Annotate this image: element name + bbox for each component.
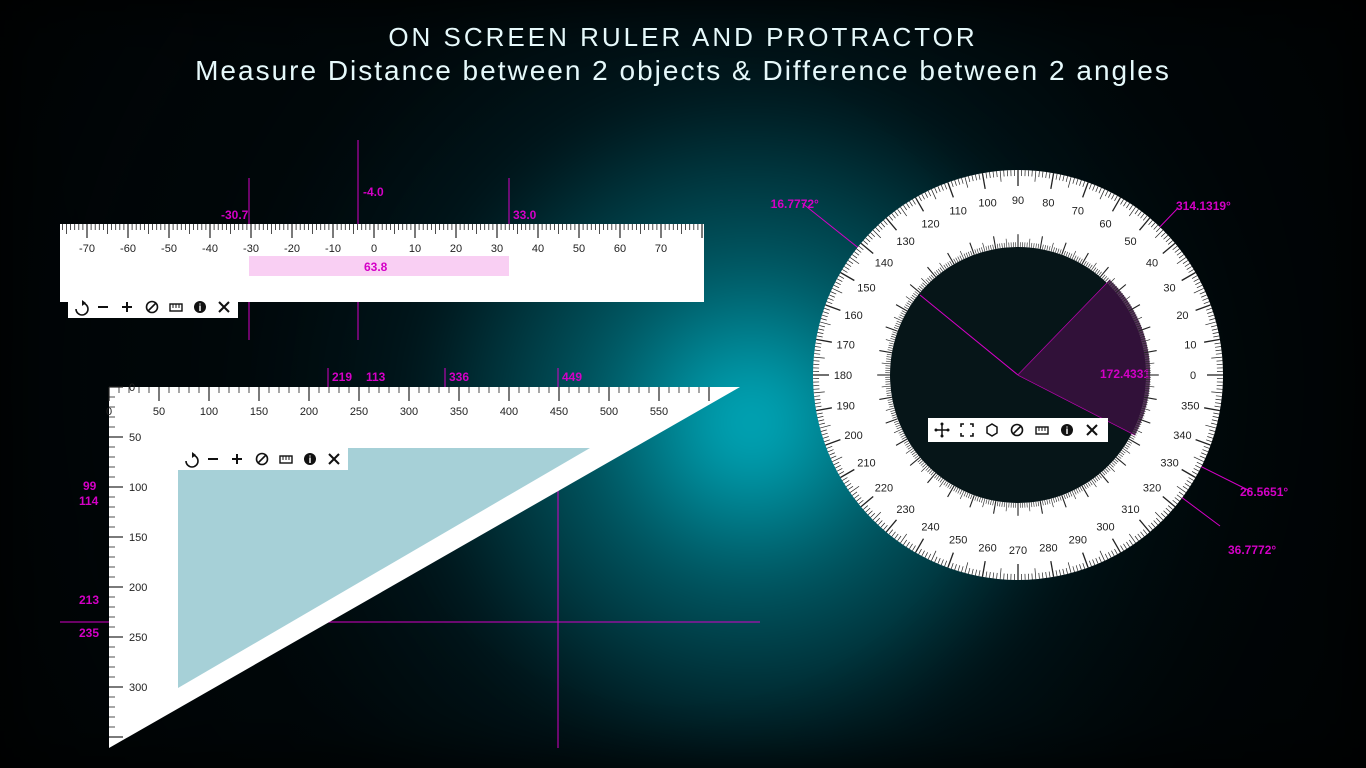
protractor-tick-label: 240 — [921, 522, 939, 534]
ruler2-v-tick-label: 200 — [129, 582, 147, 594]
ruler2-v1: 99 — [83, 479, 97, 493]
ruler1-tick-label: 40 — [532, 243, 544, 255]
ruler1-diff-label: 63.8 — [364, 260, 388, 274]
protractor-tick-label: 310 — [1121, 504, 1139, 516]
protractor-tick-label: 320 — [1143, 482, 1161, 494]
ruler2-v-tick-label: 150 — [129, 532, 147, 544]
ruler2-v-tick-label: 250 — [129, 632, 147, 644]
protractor-tick-label: 160 — [844, 310, 862, 322]
protractor-tick-label: 300 — [1096, 522, 1114, 534]
protractor-tick-label: 190 — [836, 400, 854, 412]
ruler1-tick-label: 20 — [450, 243, 462, 255]
ruler2-h-tick-label: 150 — [250, 406, 268, 418]
ruler2-h-tick-label: 350 — [450, 406, 468, 418]
ruler2-h2: 113 — [366, 370, 386, 384]
protractor-angle4: 36.7772° — [1228, 543, 1276, 557]
ruler1-tick-label: 0 — [371, 243, 377, 255]
protractor-tick-label: 350 — [1181, 400, 1199, 412]
protractor[interactable]: 216.7772° 314.1319° 26.5651° 36.7772° 17… — [770, 140, 1330, 660]
protractor-tick-label: 330 — [1160, 458, 1178, 470]
ruler1-tick-label: -70 — [79, 243, 95, 255]
ruler2-v2: 114 — [79, 494, 99, 508]
heading-line2: Measure Distance between 2 objects & Dif… — [0, 55, 1366, 87]
protractor-tick-label: 80 — [1042, 198, 1054, 210]
protractor-tick-label: 30 — [1163, 283, 1175, 295]
ruler1-tick-label: -50 — [161, 243, 177, 255]
ruler1-tick-label: -30 — [243, 243, 259, 255]
ruler2-h-tick-label: 0 — [106, 406, 112, 418]
protractor-tick-label: 20 — [1176, 310, 1188, 322]
protractor-tick-label: 250 — [949, 534, 967, 546]
ruler2-h4: 449 — [562, 370, 582, 384]
protractor-tick-label: 110 — [949, 206, 967, 218]
protractor-tick-label: 60 — [1099, 218, 1111, 230]
protractor-tick-label: 50 — [1124, 236, 1136, 248]
ruler2-h3: 336 — [449, 370, 469, 384]
protractor-tick-label: 340 — [1173, 430, 1191, 442]
ruler2-h1: 219 — [332, 370, 352, 384]
protractor-tick-label: 180 — [834, 370, 852, 382]
ruler1-tick-label: 10 — [409, 243, 421, 255]
ruler2-h-tick-label: 50 — [153, 406, 165, 418]
ruler1-tick-label: -40 — [202, 243, 218, 255]
protractor-angle1: 216.7772° — [770, 197, 819, 211]
ruler2-h-tick-label: 550 — [650, 406, 668, 418]
svg-text:i: i — [1066, 426, 1069, 437]
protractor-tick-label: 100 — [978, 198, 996, 210]
protractor-angle3: 26.5651° — [1240, 485, 1288, 499]
protractor-tick-label: 130 — [896, 236, 914, 248]
ruler1-marker-mid: -4.0 — [363, 185, 384, 199]
ruler2-h-tick-label: 100 — [200, 406, 218, 418]
ruler2-v-tick-label: 100 — [129, 482, 147, 494]
ruler2-h-tick-label: 450 — [550, 406, 568, 418]
ruler1-tick-label: -20 — [284, 243, 300, 255]
ruler2-v3: 213 — [79, 593, 99, 607]
ruler2-v-tick-label: 300 — [129, 682, 147, 694]
ruler1-tick-label: -60 — [120, 243, 136, 255]
protractor-tick-label: 290 — [1069, 534, 1087, 546]
protractor-angle2: 314.1319° — [1176, 199, 1231, 213]
ruler2-h-tick-label: 400 — [500, 406, 518, 418]
page-heading: ON SCREEN RULER AND PROTRACTOR Measure D… — [0, 22, 1366, 87]
protractor-tick-label: 280 — [1039, 542, 1057, 554]
protractor-diff-inner: 172.4331 — [1100, 367, 1150, 381]
ruler2-h-tick-label: 200 — [300, 406, 318, 418]
ruler1-marker-left: -30.7 — [221, 208, 249, 222]
ruler1-tick-label: -10 — [325, 243, 341, 255]
ruler2-v4: 235 — [79, 626, 99, 640]
protractor-tick-label: 170 — [836, 340, 854, 352]
protractor-tick-label: 210 — [857, 458, 875, 470]
svg-text:i: i — [199, 303, 202, 314]
ruler1-tick-label: 60 — [614, 243, 626, 255]
protractor-tick-label: 70 — [1072, 206, 1084, 218]
protractor-tick-label: 230 — [896, 504, 914, 516]
protractor-tick-label: 40 — [1146, 258, 1158, 270]
protractor-tick-label: 200 — [844, 430, 862, 442]
protractor-tick-label: 90 — [1012, 195, 1024, 207]
protractor-tick-label: 270 — [1009, 545, 1027, 557]
ruler2-v-tick-label: 50 — [129, 432, 141, 444]
protractor-tick-label: 150 — [857, 283, 875, 295]
minus-icon[interactable] — [98, 306, 108, 308]
ruler1-tick-label: 70 — [655, 243, 667, 255]
protractor-tick-label: 10 — [1184, 340, 1196, 352]
ruler1-tick-label: 30 — [491, 243, 503, 255]
ruler2-h-tick-label: 500 — [600, 406, 618, 418]
triangle-ruler[interactable]: 235 213 114 99 449 336 219 113 0 50 100 150… — [60, 368, 820, 768]
protractor-tick-label: 260 — [978, 542, 996, 554]
ruler1-marker-right: 33.0 — [513, 208, 537, 222]
heading-line1: ON SCREEN RULER AND PROTRACTOR — [0, 22, 1366, 53]
protractor-tick-label: 220 — [875, 482, 893, 494]
ruler1-tick-label: 50 — [573, 243, 585, 255]
protractor-tick-label: 0 — [1190, 370, 1196, 382]
ruler2-v-tick-label: 0 — [129, 382, 135, 394]
minus-icon[interactable] — [208, 458, 218, 460]
svg-text:i: i — [309, 455, 312, 466]
protractor-tick-label: 140 — [875, 258, 893, 270]
ruler2-h-tick-label: 300 — [400, 406, 418, 418]
ruler2-h-tick-label: 250 — [350, 406, 368, 418]
linear-ruler[interactable]: -4.0 -30.7 33.0 -70 -60 -50 -40 -30 -20 -10 0 10… — [50, 140, 750, 360]
protractor-tick-label: 120 — [921, 218, 939, 230]
